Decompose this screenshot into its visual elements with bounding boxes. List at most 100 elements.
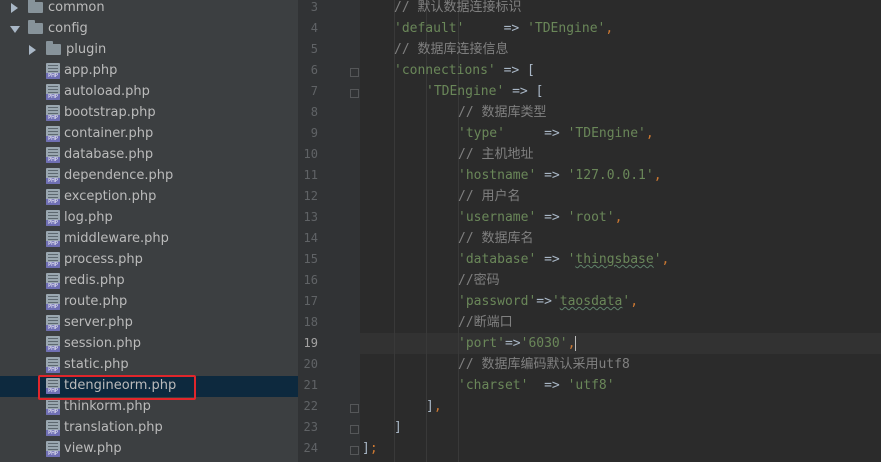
code-line[interactable]: 'database' => 'thingsbase',	[458, 249, 669, 270]
code-line[interactable]: //断端口	[458, 312, 513, 333]
tree-file[interactable]: PHP translation.php	[0, 418, 298, 439]
tree-folder-config[interactable]: config	[0, 19, 298, 40]
php-badge: PHP	[46, 451, 60, 457]
line-number: 7	[310, 84, 318, 98]
php-badge: PHP	[46, 262, 60, 268]
code-line[interactable]: // 数据库编码默认采用utf8	[458, 354, 630, 375]
code-token-string: 'TDEngine'	[567, 126, 646, 141]
fold-marker-icon[interactable]	[350, 425, 359, 434]
php-file-icon: PHP	[46, 147, 60, 163]
tree-file[interactable]: PHP static.php	[0, 355, 298, 376]
code-token-comment: //断端口	[458, 315, 513, 330]
code-line[interactable]: // 主机地址	[458, 144, 533, 165]
code-token-string: 'port'	[458, 336, 505, 351]
tree-file[interactable]: PHP server.php	[0, 313, 298, 334]
line-number: 5	[310, 42, 318, 56]
line-number: 13	[303, 210, 318, 224]
tree-file[interactable]: PHP view.php	[0, 439, 298, 460]
line-number: 10	[303, 147, 318, 161]
tree-item-label: bootstrap.php	[64, 105, 156, 120]
code-token-string: '	[653, 252, 662, 267]
code-line[interactable]: // 用户名	[458, 186, 520, 207]
fold-marker-icon[interactable]	[350, 68, 359, 77]
code-token-comment: // 数据库连接信息	[394, 42, 509, 57]
code-token-comment: // 主机地址	[458, 147, 534, 162]
code-line[interactable]: 'TDEngine' => [	[426, 81, 543, 102]
code-line[interactable]: 'port'=>'6030',	[458, 333, 577, 354]
php-file-icon: PHP	[46, 399, 60, 415]
php-file-icon: PHP	[46, 126, 60, 142]
tree-item-label: app.php	[64, 63, 118, 78]
code-token-string-spell: taosdata	[559, 294, 623, 309]
code-token-comment: //密码	[458, 273, 500, 288]
php-badge: PHP	[46, 325, 60, 331]
line-number: 17	[303, 294, 318, 308]
code-line[interactable]: // 默认数据连接标识	[394, 0, 521, 18]
tree-folder-common[interactable]: common	[0, 0, 298, 19]
chevron-down-icon[interactable]	[10, 26, 20, 33]
tree-file[interactable]: PHP container.php	[0, 124, 298, 145]
code-token-string-spell: thingsbase	[575, 252, 654, 267]
php-badge: PHP	[46, 283, 60, 289]
tree-file[interactable]: PHP log.php	[0, 208, 298, 229]
tree-file[interactable]: PHP app.php	[0, 61, 298, 82]
code-line[interactable]: 'hostname' => '127.0.0.1',	[458, 165, 662, 186]
code-line[interactable]: 'charset' => 'utf8'	[458, 375, 615, 396]
chevron-right-icon[interactable]	[29, 45, 36, 55]
tree-file[interactable]: PHP dependence.php	[0, 166, 298, 187]
code-token-plain: =>	[504, 126, 568, 141]
code-token-plain: =>	[528, 378, 568, 393]
tree-item-label: route.php	[64, 294, 128, 309]
line-number: 8	[310, 105, 318, 119]
code-token-plain: ]	[362, 441, 370, 456]
code-token-punct: ,	[605, 21, 614, 36]
tree-folder-plugin[interactable]: plugin	[0, 40, 298, 61]
chevron-right-icon[interactable]	[11, 3, 18, 13]
tree-file[interactable]: PHP process.php	[0, 250, 298, 271]
code-line[interactable]: ],	[426, 396, 442, 417]
code-line[interactable]: // 数据库连接信息	[394, 39, 508, 60]
php-file-icon: PHP	[46, 189, 60, 205]
fold-marker-icon[interactable]	[350, 404, 359, 413]
code-line[interactable]: 'connections' => [	[394, 60, 535, 81]
code-line[interactable]: // 数据库类型	[458, 102, 546, 123]
tree-file[interactable]: PHP redis.php	[0, 271, 298, 292]
tree-item-label: middleware.php	[64, 231, 169, 246]
code-line[interactable]: 'type' => 'TDEngine',	[458, 123, 654, 144]
code-token-string: 'database'	[458, 252, 537, 267]
tree-file[interactable]: PHP autoload.php	[0, 82, 298, 103]
tree-file[interactable]: PHP thinkorm.php	[0, 397, 298, 418]
tree-file[interactable]: PHP database.php	[0, 145, 298, 166]
code-line[interactable]: //密码	[458, 270, 500, 291]
code-token-string: '6030'	[520, 336, 568, 351]
code-line[interactable]: ]	[394, 417, 402, 438]
php-file-icon: PHP	[46, 105, 60, 121]
fold-marker-icon[interactable]	[350, 89, 359, 98]
tree-file[interactable]: PHP exception.php	[0, 187, 298, 208]
tree-file[interactable]: PHP route.php	[0, 292, 298, 313]
code-line[interactable]: ];	[362, 438, 378, 459]
code-token-punct: ,	[653, 168, 662, 183]
code-editor[interactable]: // 默认数据连接标识 'default' => 'TDEngine', // 数据…	[360, 0, 881, 462]
code-line[interactable]: 'password'=>'taosdata',	[458, 291, 638, 312]
php-badge: PHP	[46, 199, 60, 205]
code-line[interactable]: 'username' => 'root',	[458, 207, 622, 228]
tree-file[interactable]: PHP session.php	[0, 334, 298, 355]
php-file-icon: PHP	[46, 168, 60, 184]
tree-item-label: server.php	[64, 315, 133, 330]
code-token-comment: // 用户名	[458, 189, 521, 204]
code-token-plain: => [	[495, 63, 535, 78]
text-caret	[575, 336, 577, 351]
tree-file[interactable]: PHP bootstrap.php	[0, 103, 298, 124]
code-token-plain: =>	[536, 294, 552, 309]
php-badge: PHP	[46, 346, 60, 352]
code-line[interactable]: // 数据库名	[458, 228, 533, 249]
tree-item-label: plugin	[66, 42, 107, 57]
code-token-punct: ,	[614, 210, 623, 225]
current-line-highlight	[360, 333, 881, 354]
fold-marker-icon[interactable]	[350, 446, 359, 455]
code-line[interactable]: 'default' => 'TDEngine',	[394, 18, 613, 39]
tree-item-label: container.php	[64, 126, 154, 141]
code-token-plain: =>	[536, 252, 568, 267]
tree-file[interactable]: PHP middleware.php	[0, 229, 298, 250]
